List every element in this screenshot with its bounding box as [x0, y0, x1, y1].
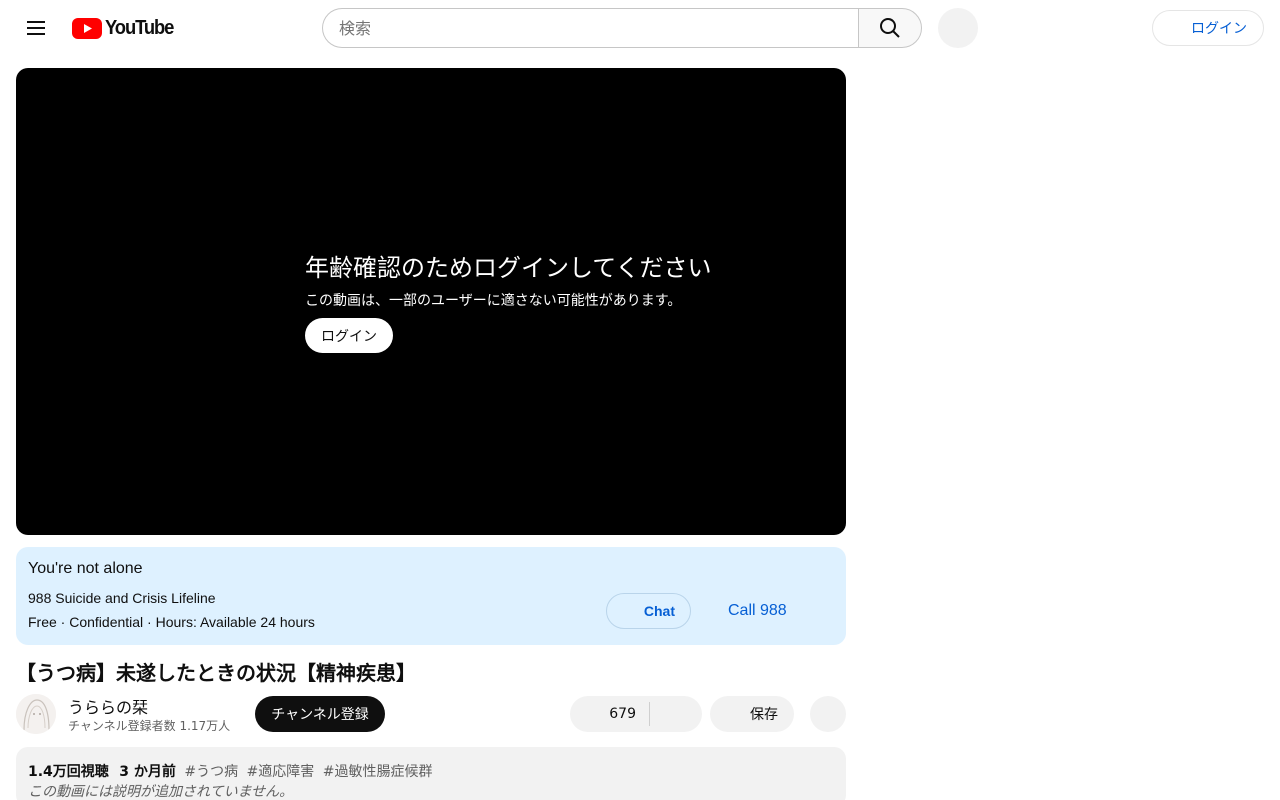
search-icon — [880, 18, 900, 38]
subscriber-count: チャンネル登録者数 1.17万人 — [68, 719, 231, 733]
more-actions-button[interactable] — [810, 696, 846, 732]
crisis-chat-button[interactable]: Chat — [606, 593, 691, 629]
hashtag-link[interactable]: #うつ病 — [184, 764, 238, 780]
video-title: 【うつ病】未遂したときの状況【精神疾患】 — [16, 661, 416, 685]
channel-avatar-illustration — [16, 694, 56, 734]
like-dislike-group: 679 — [570, 696, 702, 732]
age-gate-message: この動画は、一部のユーザーに適さない可能性があります。 — [305, 293, 682, 309]
description-box[interactable]: 1.4万回視聴 3 か月前 #うつ病 #適応障害 #過敏性腸症候群 この動画には… — [16, 747, 846, 800]
dislike-button[interactable] — [650, 696, 702, 732]
crisis-details: Free · Confidential · Hours: Available 2… — [28, 614, 315, 630]
search-button[interactable] — [858, 8, 922, 48]
subscribe-button[interactable]: チャンネル登録 — [255, 696, 385, 732]
crisis-call-button[interactable]: Call 988 — [728, 593, 787, 629]
channel-name[interactable]: うららの栞 — [68, 694, 148, 718]
header-login-label: ログイン — [1191, 21, 1247, 37]
voice-search-button[interactable] — [938, 8, 978, 48]
description-empty-text: この動画には説明が追加されていません。 — [28, 784, 294, 800]
crisis-resource-panel: You're not alone 988 Suicide and Crisis … — [16, 547, 846, 645]
like-count: 679 — [609, 706, 636, 722]
masthead: YouTube ログイン — [0, 0, 1280, 56]
age-gate-title: 年齢確認のためログインしてください — [305, 254, 712, 282]
search-box — [322, 8, 859, 48]
like-button[interactable]: 679 — [570, 696, 650, 732]
hamburger-menu-icon — [27, 21, 45, 35]
age-gate-login-label: ログイン — [321, 328, 377, 345]
crisis-call-label: Call 988 — [728, 602, 787, 619]
age-gate-login-button[interactable]: ログイン — [305, 318, 393, 353]
search-input[interactable] — [339, 18, 859, 38]
upload-age: 3 か月前 — [119, 764, 176, 780]
logo-text: YouTube — [105, 16, 174, 39]
view-count: 1.4万回視聴 — [28, 764, 109, 780]
youtube-play-logo-icon — [72, 17, 102, 39]
crisis-organization: 988 Suicide and Crisis Lifeline — [28, 590, 216, 606]
youtube-logo[interactable]: YouTube — [72, 17, 179, 39]
channel-avatar[interactable] — [16, 694, 56, 734]
header-login-button[interactable]: ログイン — [1152, 10, 1264, 46]
hashtag-link[interactable]: #過敏性腸症候群 — [323, 764, 433, 780]
save-button[interactable]: 保存 — [710, 696, 794, 732]
video-player[interactable]: 年齢確認のためログインしてください この動画は、一部のユーザーに適さない可能性が… — [16, 68, 846, 535]
subscribe-label: チャンネル登録 — [271, 707, 369, 723]
save-label: 保存 — [750, 707, 778, 723]
crisis-panel-title: You're not alone — [28, 560, 143, 577]
guide-menu-button[interactable] — [16, 8, 56, 48]
description-meta: 1.4万回視聴 3 か月前 #うつ病 #適応障害 #過敏性腸症候群 — [28, 761, 432, 781]
crisis-chat-label: Chat — [643, 603, 675, 619]
hashtag-link[interactable]: #適応障害 — [247, 764, 315, 780]
